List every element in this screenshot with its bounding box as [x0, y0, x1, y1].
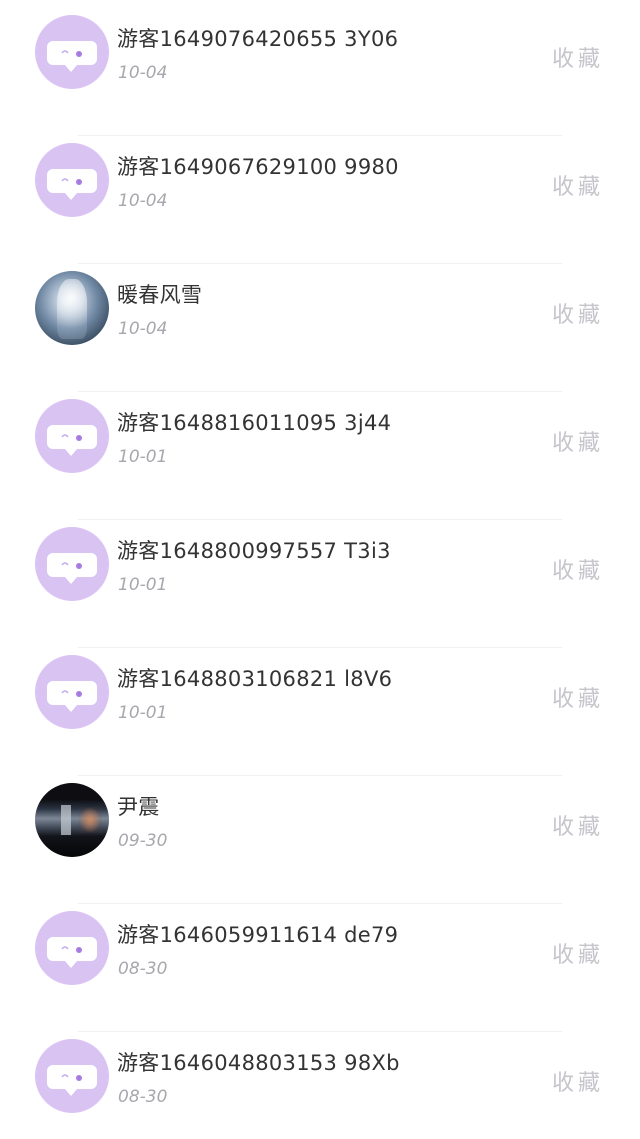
row-divider: [78, 519, 562, 520]
favorite-button[interactable]: 收藏: [552, 169, 604, 201]
list-item[interactable]: 暖春风雪 10-04 收藏: [0, 243, 640, 371]
visit-date: 10-04: [118, 191, 168, 211]
favorite-button[interactable]: 收藏: [552, 937, 604, 969]
visit-date: 08-30: [118, 1087, 168, 1107]
visit-date: 10-04: [118, 319, 168, 339]
favorite-button[interactable]: 收藏: [552, 681, 604, 713]
favorite-button[interactable]: 收藏: [552, 553, 604, 585]
visit-date: 10-04: [118, 63, 168, 83]
favorite-button[interactable]: 收藏: [552, 41, 604, 73]
visit-date: 09-30: [118, 831, 168, 851]
visit-date: 08-30: [118, 959, 168, 979]
favorite-button[interactable]: 收藏: [552, 1065, 604, 1097]
row-divider: [78, 647, 562, 648]
guest-chat-icon: [35, 399, 109, 473]
row-divider: [78, 775, 562, 776]
visitor-list: 游客1649076420655 3Y06 10-04 收藏 游客16490676…: [0, 0, 640, 1139]
list-item[interactable]: 游客1648800997557 T3i3 10-01 收藏: [0, 499, 640, 627]
guest-chat-icon: [35, 15, 109, 89]
list-item[interactable]: 游客1649076420655 3Y06 10-04 收藏: [0, 0, 640, 115]
guest-chat-icon: [35, 655, 109, 729]
row-divider: [78, 391, 562, 392]
list-item[interactable]: 游客1648803106821 l8V6 10-01 收藏: [0, 627, 640, 755]
visitor-name: 游客1649067629100 9980: [117, 155, 399, 179]
row-divider: [78, 135, 562, 136]
guest-chat-icon: [35, 143, 109, 217]
visitor-name: 游客1648803106821 l8V6: [117, 667, 393, 691]
row-divider: [78, 263, 562, 264]
list-item[interactable]: 游客1646048803153 98Xb 08-30 收藏: [0, 1011, 640, 1139]
visitor-name: 尹震: [117, 795, 160, 819]
visitor-name: 游客1646059911614 de79: [117, 923, 399, 947]
guest-chat-icon: [35, 911, 109, 985]
favorite-button[interactable]: 收藏: [552, 297, 604, 329]
favorite-button[interactable]: 收藏: [552, 425, 604, 457]
visitor-name: 游客1648800997557 T3i3: [117, 539, 391, 563]
visit-date: 10-01: [118, 447, 168, 467]
visitor-name: 游客1649076420655 3Y06: [117, 27, 399, 51]
user-avatar-photo: [35, 271, 109, 345]
visitor-name: 暖春风雪: [117, 283, 203, 307]
row-divider: [78, 903, 562, 904]
guest-chat-icon: [35, 527, 109, 601]
list-item[interactable]: 游客1649067629100 9980 10-04 收藏: [0, 115, 640, 243]
favorite-button[interactable]: 收藏: [552, 809, 604, 841]
row-divider: [78, 1031, 562, 1032]
list-item[interactable]: 游客1648816011095 3j44 10-01 收藏: [0, 371, 640, 499]
visit-date: 10-01: [118, 703, 168, 723]
user-avatar-photo: [35, 783, 109, 857]
list-item[interactable]: 游客1646059911614 de79 08-30 收藏: [0, 883, 640, 1011]
visitor-name: 游客1648816011095 3j44: [117, 411, 392, 435]
visitor-name: 游客1646048803153 98Xb: [117, 1051, 400, 1075]
visit-date: 10-01: [118, 575, 168, 595]
list-item[interactable]: 尹震 09-30 收藏: [0, 755, 640, 883]
guest-chat-icon: [35, 1039, 109, 1113]
